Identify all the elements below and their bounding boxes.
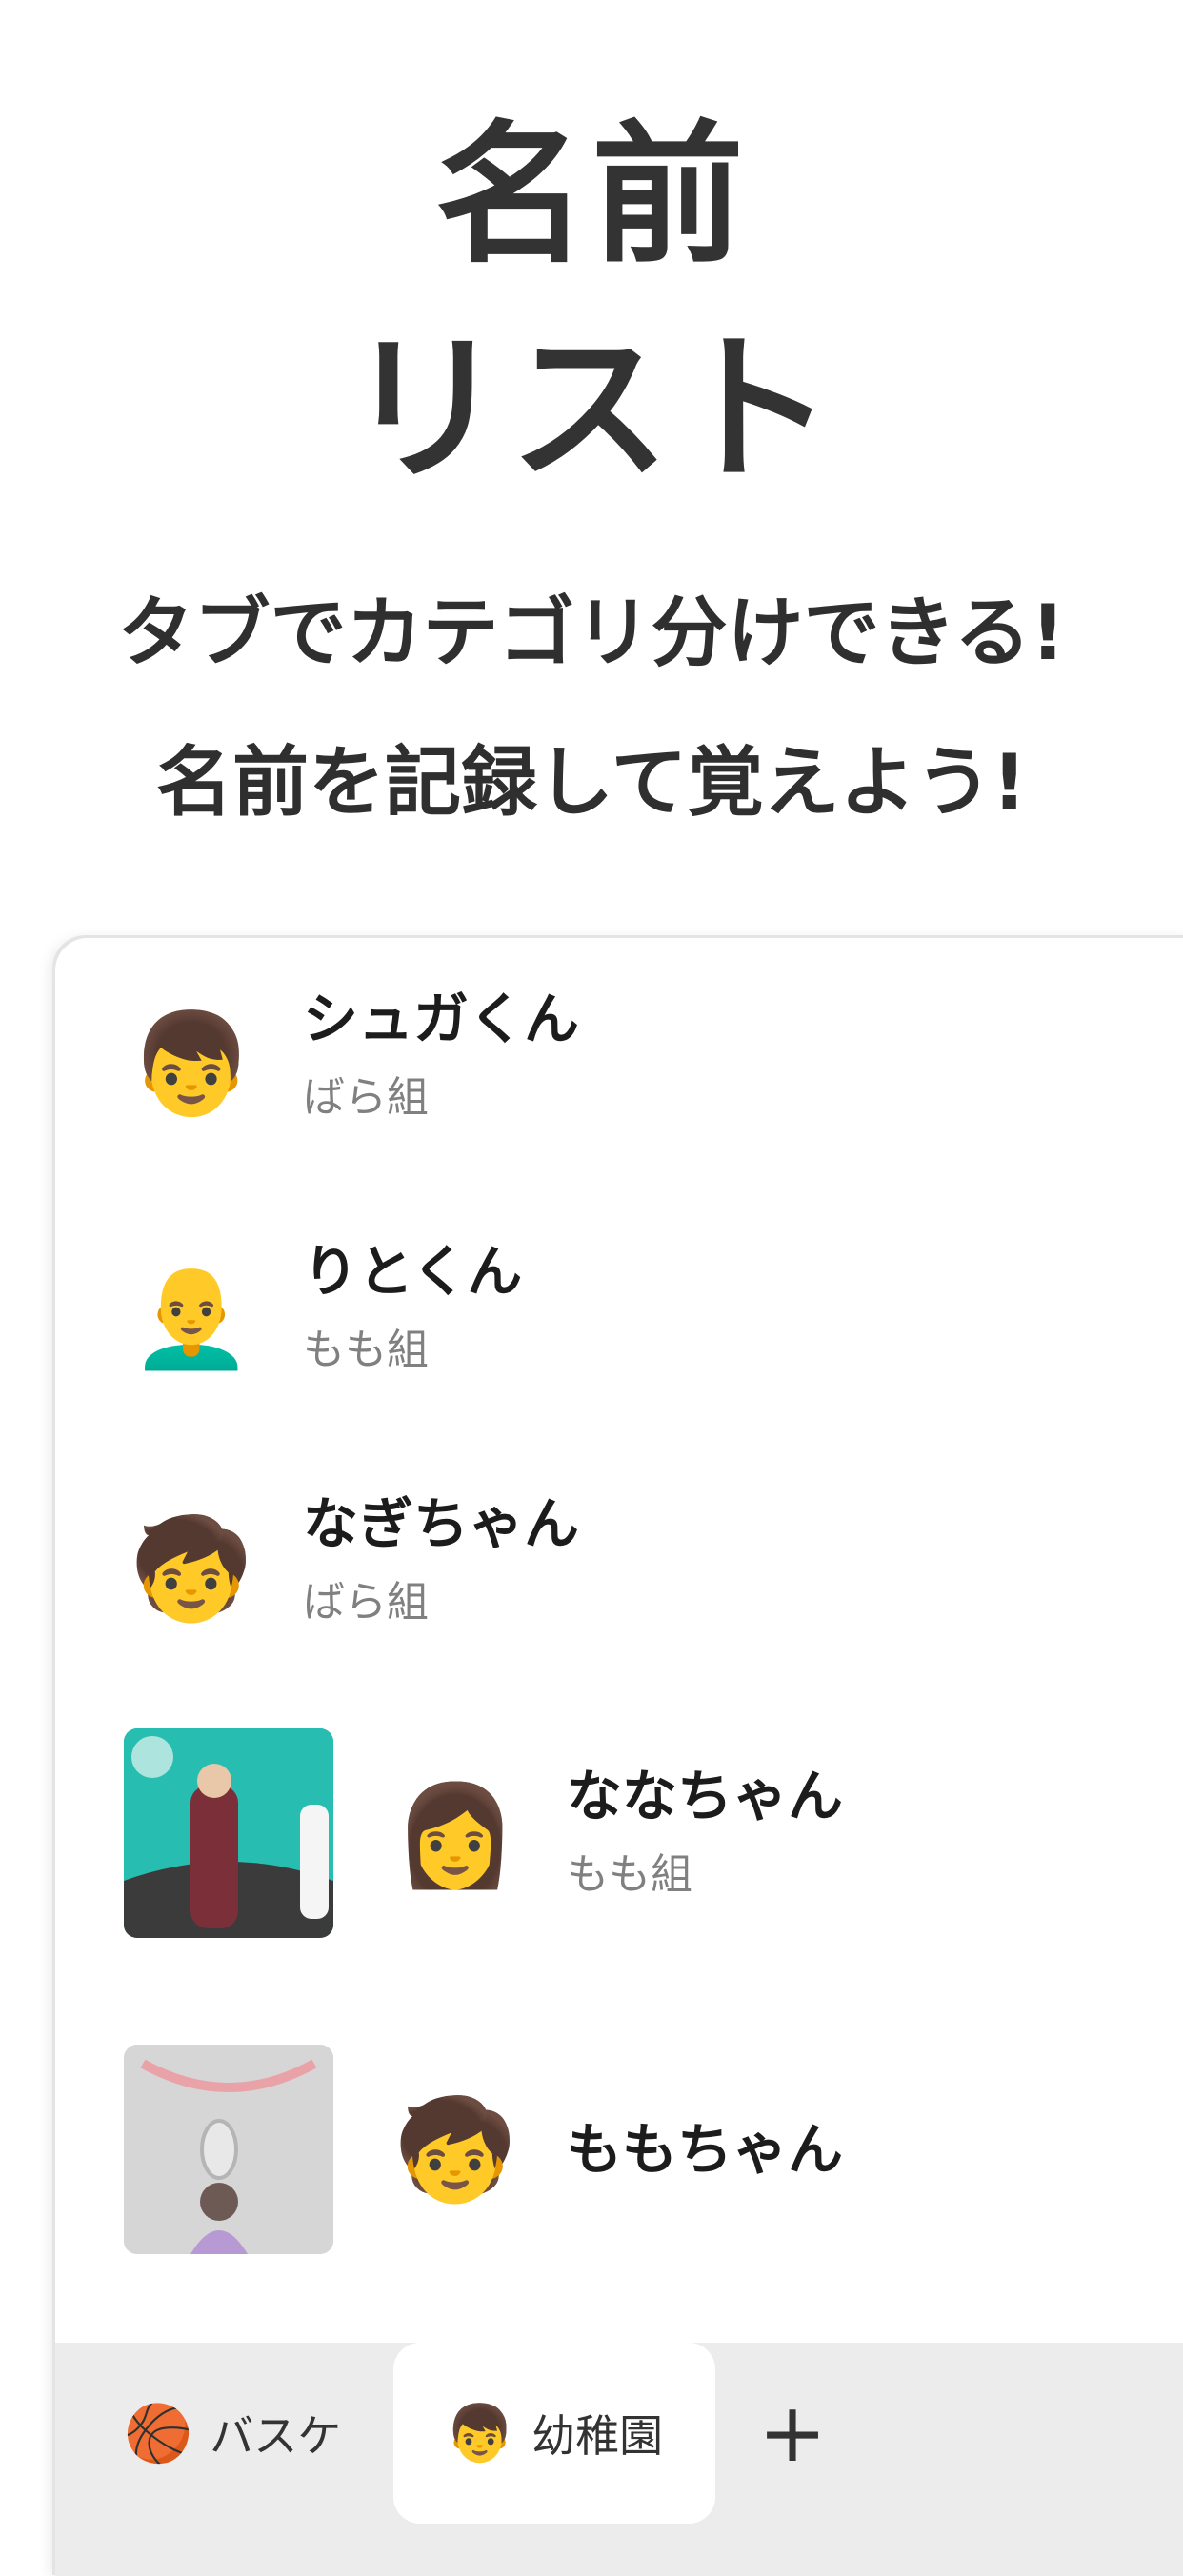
person-name: ももちゃん <box>567 2117 844 2182</box>
group-label: もも組 <box>567 1850 692 1899</box>
list-item[interactable]: 👩 ななちゃん もも組 <box>55 1728 1183 2014</box>
avatar-emoji: 🧒 <box>393 2091 517 2207</box>
name-list-card: 👦 シュガくん ばら組 👨‍🦲 りとくん もも組 🧒 なぎちゃん ばら組 👩 な… <box>55 938 1183 2576</box>
photo-thumbnail <box>124 1728 333 1938</box>
add-tab-button[interactable]: + <box>758 2381 827 2486</box>
photo-image <box>124 1728 333 1938</box>
tab-basketball[interactable]: 🏀 バスケ <box>124 2343 341 2524</box>
floating-button-edge[interactable] <box>672 1595 795 1719</box>
tab-bar: 🏀 バスケ 👦 幼稚園 + <box>55 2343 1183 2576</box>
subtitle-line2: 名前を記録して覚えよう! <box>155 738 1028 827</box>
list-item[interactable]: 👨‍🦲 りとくん もも組 <box>55 1190 1183 1443</box>
tab-label: バスケ <box>210 2410 342 2462</box>
boy-icon: 👦 <box>445 2400 515 2466</box>
avatar-emoji: 👩 <box>393 1777 517 1893</box>
page-title-line2: リスト <box>346 316 837 503</box>
person-name: シュガくん <box>303 987 580 1051</box>
photo-thumbnail <box>124 2045 333 2254</box>
tab-kindergarten[interactable]: 👦 幼稚園 <box>393 2343 715 2524</box>
group-label: ばら組 <box>303 1073 429 1122</box>
person-name: りとくん <box>303 1239 523 1304</box>
basketball-icon: 🏀 <box>124 2400 193 2466</box>
avatar-emoji: 👨‍🦲 <box>130 1258 253 1374</box>
list-item[interactable]: 🧒 なぎちゃん ばら組 <box>55 1443 1183 1695</box>
list-item[interactable]: 🧒 ももちゃん <box>55 2045 1183 2292</box>
group-label: もも組 <box>303 1326 429 1374</box>
avatar-emoji: 👦 <box>130 1006 253 1122</box>
group-label: ばら組 <box>303 1578 429 1627</box>
avatar-emoji: 🧒 <box>130 1510 253 1627</box>
subtitle-line1: タブでカテゴリ分けできる! <box>117 589 1066 677</box>
person-name: なぎちゃん <box>303 1491 580 1556</box>
tab-label: 幼稚園 <box>531 2410 664 2462</box>
page-title-line1: 名前 <box>434 106 748 284</box>
photo-image <box>124 2045 333 2254</box>
list-item[interactable]: 👦 シュガくん ばら組 <box>55 938 1183 1190</box>
person-name: ななちゃん <box>567 1764 844 1828</box>
